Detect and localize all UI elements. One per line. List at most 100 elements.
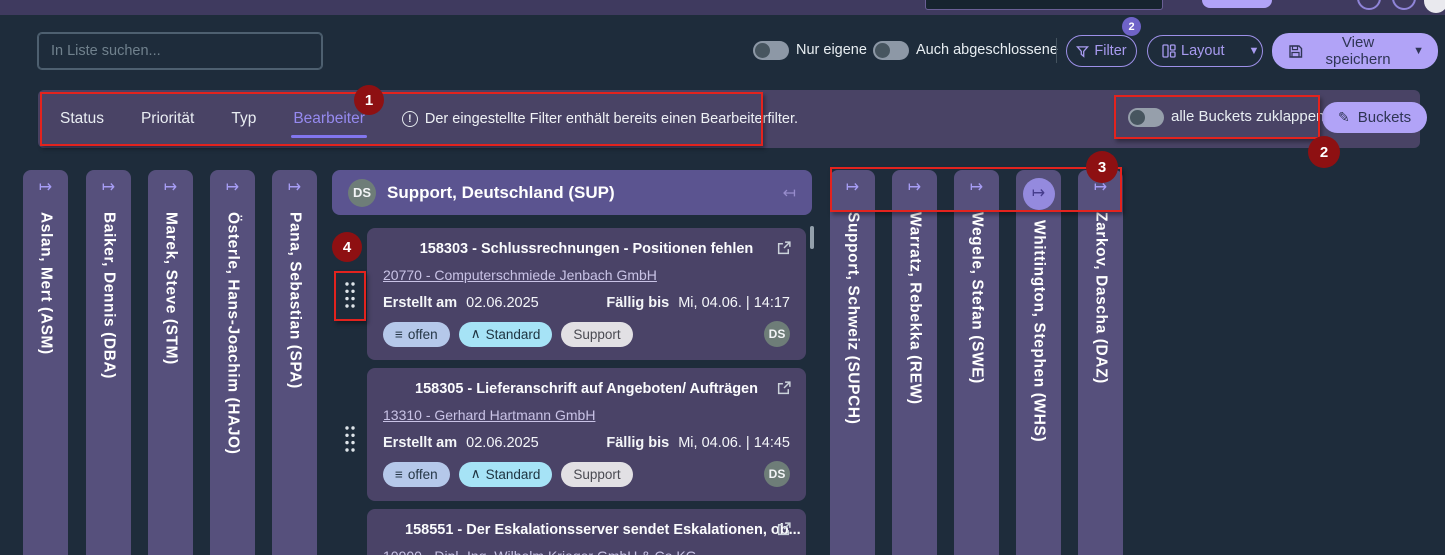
bucket-label: Whittington, Stephen (WHS) [1030,220,1048,442]
bucket-column-collapsed[interactable]: ↦ Marek, Steve (STM) [148,170,193,555]
bucket-column-collapsed[interactable]: ↦ Pana, Sebastian (SPA) [272,170,317,555]
chevron-up-icon: ∧ [471,326,481,342]
bucket-label: Baiker, Dennis (DBA) [100,212,118,379]
bucket-column-collapsed[interactable]: ↦ Baiker, Dennis (DBA) [86,170,131,555]
also-closed-toggle[interactable] [873,41,909,60]
pencil-icon: ✎ [1338,109,1350,126]
collapse-all-buckets-toggle[interactable] [1128,108,1164,127]
due-value: Mi, 04.06. | 14:45 [678,435,790,451]
filter-button-label: Filter [1094,43,1126,59]
expand-column-icon[interactable]: ↦ [970,180,983,196]
open-ticket-icon[interactable] [776,380,792,396]
tab-status[interactable]: Status [60,90,104,148]
expand-column-icon[interactable]: ↦ [164,180,177,196]
expand-column-icon[interactable]: ↦ [226,180,239,196]
save-icon [1288,44,1303,59]
ticket-card[interactable]: 158551 - Der Eskalationsserver sendet Es… [367,509,806,555]
layout-button-label: Layout [1181,43,1225,59]
user-avatar[interactable] [1424,0,1445,13]
bucket-avatar: DS [348,179,376,207]
toggle-knob [755,43,770,58]
bucket-label: Österle, Hans-Joachim (HAJO) [224,212,242,454]
global-search-input[interactable] [925,0,1163,10]
column-scrollbar[interactable] [810,226,814,249]
bucket-label: Zarkov, Dascha (DAZ) [1092,212,1110,384]
layout-button[interactable]: Layout ▼ [1147,35,1263,67]
info-icon: ! [402,111,418,127]
filter-button[interactable]: Filter [1066,35,1137,67]
bucket-label: Aslan, Mert (ASM) [37,212,55,355]
save-view-label: View speichern [1311,34,1405,68]
drag-handle[interactable] [344,280,357,310]
expand-icon-highlight: ↦ [1023,178,1055,210]
expand-column-icon[interactable]: ↦ [908,180,921,196]
ticket-title: 158305 - Lieferanschrift auf Angeboten/ … [415,381,758,397]
expand-column-icon[interactable]: ↦ [39,180,52,196]
chevron-down-icon[interactable]: ▼ [1249,45,1260,57]
buckets-button[interactable]: ✎ Buckets [1322,102,1427,133]
bucket-column-collapsed[interactable]: ↦ Whittington, Stephen (WHS) [1016,170,1061,555]
expand-column-icon[interactable]: ↦ [1032,186,1045,202]
expand-column-icon[interactable]: ↦ [288,180,301,196]
layout-icon [1162,44,1176,58]
tab-prioritaet[interactable]: Priorität [141,90,194,148]
search-input[interactable] [38,33,322,69]
header-icon-button[interactable] [1357,0,1381,10]
bucket-header-support-deutschland[interactable]: DS Support, Deutschland (SUP) ↤ [332,170,812,215]
only-own-toggle[interactable] [753,41,789,60]
bucket-column-collapsed[interactable]: ↦ Aslan, Mert (ASM) [23,170,68,555]
customer-link[interactable]: 20770 - Computerschmiede Jenbach GmbH [383,267,657,283]
chevron-up-icon: ∧ [471,466,481,482]
list-icon: ≡ [395,327,403,342]
created-label: Erstellt am [383,295,457,311]
due-value: Mi, 04.06. | 14:17 [678,295,790,311]
filter-info-message: ! Der eingestellte Filter enthält bereit… [402,111,798,127]
due-label: Fällig bis [606,435,669,451]
header-primary-button[interactable] [1202,0,1272,8]
bucket-title: Support, Deutschland (SUP) [387,183,772,203]
collapse-all-buckets-label: alle Buckets zuklappen [1171,108,1324,125]
annotation-marker-1: 1 [354,85,384,115]
status-badge: ≡offen [383,462,450,487]
header-icon-button[interactable] [1392,0,1416,10]
due-field: Fällig bis Mi, 04.06. | 14:45 [606,435,790,451]
assignee-avatar: DS [764,321,790,347]
bucket-label: Wegele, Stefan (SWE) [968,212,986,384]
tab-list: Status Priorität Typ Bearbeiter ! Der ei… [60,90,798,148]
priority-badge: ∧Standard [459,462,553,487]
filter-funnel-icon [1076,45,1089,58]
customer-link[interactable]: 13310 - Gerhard Hartmann GmbH [383,407,595,423]
toggle-knob [875,43,890,58]
also-closed-label: Auch abgeschlossene [916,42,1058,58]
due-label: Fällig bis [606,295,669,311]
expand-column-icon[interactable]: ↦ [102,180,115,196]
expand-column-icon[interactable]: ↦ [846,180,859,196]
toggle-knob [1130,110,1145,125]
type-badge: Support [561,322,632,347]
bucket-column-collapsed[interactable]: ↦ Warratz, Rebekka (REW) [892,170,937,555]
chevron-down-icon[interactable]: ▼ [1413,45,1424,57]
created-label: Erstellt am [383,435,457,451]
open-ticket-icon[interactable] [776,521,792,537]
list-icon: ≡ [395,467,403,482]
bucket-column-collapsed[interactable]: ↦ Zarkov, Dascha (DAZ) [1078,170,1123,555]
created-field: Erstellt am02.06.2025 [383,435,539,451]
type-badge: Support [561,462,632,487]
open-ticket-icon[interactable] [776,240,792,256]
bucket-label: Marek, Steve (STM) [162,212,180,365]
status-badge: ≡offen [383,322,450,347]
customer-link[interactable]: 10900 - Dipl.-Ing. Wilhelm Krieger GmbH … [383,548,697,555]
tab-typ[interactable]: Typ [231,90,256,148]
bucket-label: Warratz, Rebekka (REW) [906,212,924,405]
bucket-label: Support, Schweiz (SUPCH) [844,212,862,424]
bucket-column-collapsed[interactable]: ↦ Support, Schweiz (SUPCH) [830,170,875,555]
save-view-button[interactable]: View speichern ▼ [1272,33,1438,69]
ticket-card[interactable]: 158305 - Lieferanschrift auf Angeboten/ … [367,368,806,501]
filter-info-text: Der eingestellte Filter enthält bereits … [425,111,798,127]
collapse-column-icon[interactable]: ↤ [783,183,796,203]
bucket-column-collapsed[interactable]: ↦ Österle, Hans-Joachim (HAJO) [210,170,255,555]
bucket-column-collapsed[interactable]: ↦ Wegele, Stefan (SWE) [954,170,999,555]
ticket-title: 158551 - Der Eskalationsserver sendet Es… [405,522,801,538]
ticket-card[interactable]: 158303 - Schlussrechnungen - Positionen … [367,228,806,360]
drag-handle[interactable] [344,424,357,454]
